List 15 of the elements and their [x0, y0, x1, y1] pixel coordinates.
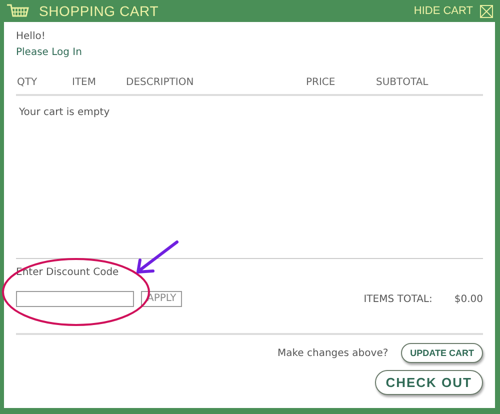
checkout-button[interactable]: CHECK OUT	[374, 370, 483, 395]
empty-cart-message: Your cart is empty	[18, 107, 111, 120]
column-header: QTY	[17, 77, 38, 90]
cart-title: SHOPPING CART	[39, 3, 159, 19]
changes-prompt: Make changes above?	[277, 348, 388, 358]
login-link[interactable]: Please Log In	[16, 47, 483, 61]
items-total-label: ITEMS TOTAL:	[364, 294, 432, 304]
column-header: ITEM	[72, 77, 98, 90]
items-total-value: $0.00	[454, 294, 483, 304]
update-cart-button[interactable]: UPDATE CART	[401, 343, 483, 363]
column-header: PRICE	[306, 77, 336, 90]
column-header: SUBTOTAL	[376, 77, 428, 90]
hide-cart-link[interactable]: HIDE CART	[414, 5, 473, 17]
column-header: DESCRIPTION	[126, 77, 195, 90]
greeting-text: Hello!	[16, 31, 46, 44]
